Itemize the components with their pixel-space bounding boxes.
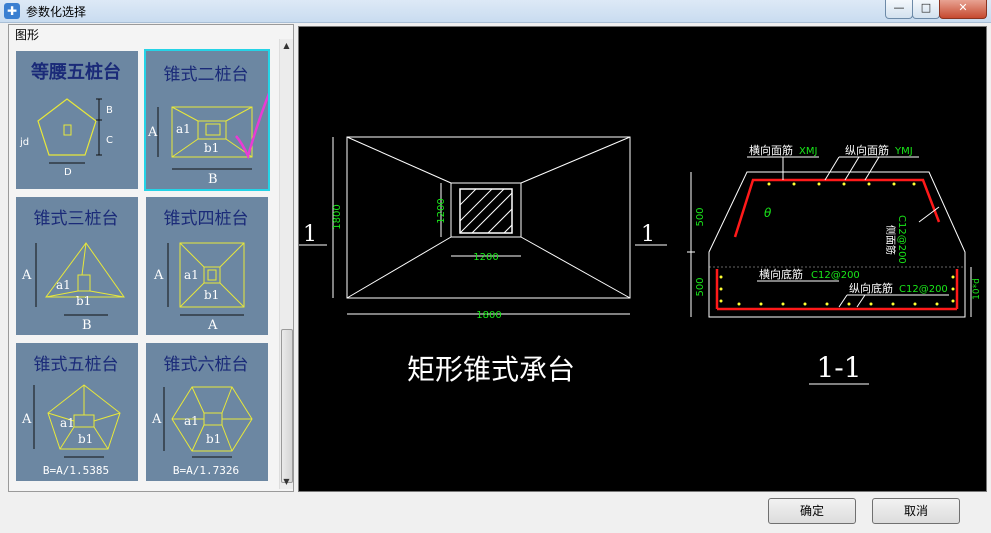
svg-text:B=A/1.7326: B=A/1.7326 bbox=[173, 464, 239, 477]
shape-title: 锥式四桩台 bbox=[164, 209, 249, 229]
svg-text:A: A bbox=[207, 318, 218, 333]
value-side-bar: C12@200 bbox=[896, 215, 907, 264]
svg-text:a1: a1 bbox=[60, 416, 75, 430]
app-icon: ✚ bbox=[4, 3, 20, 19]
scroll-down-arrow-icon[interactable]: ▼ bbox=[280, 475, 293, 489]
shape-item-isosceles-five-pile[interactable]: 等腰五桩台 B C jd D bbox=[14, 49, 140, 191]
scroll-thumb[interactable] bbox=[281, 329, 293, 483]
shape-preview-icon: 锥式二桩台 A a1 b1 B bbox=[147, 65, 268, 187]
shape-item-cone-three-pile[interactable]: 锥式三桩台 A a1 b1 B bbox=[14, 195, 140, 337]
section-view: 横向面筋 XMJ 纵向面筋 YMJ θ 侧面筋 C12@200 横向底筋 C12… bbox=[687, 143, 982, 385]
section-mark-left: 1 bbox=[303, 222, 317, 247]
svg-text:D: D bbox=[64, 167, 72, 178]
label-bottom-longitudinal: 纵向底筋 bbox=[849, 281, 893, 295]
svg-text:B=A/1.5385: B=A/1.5385 bbox=[43, 464, 109, 477]
ok-button[interactable]: 确定 bbox=[768, 498, 856, 524]
svg-text:jd: jd bbox=[19, 137, 29, 148]
svg-text:a1: a1 bbox=[184, 414, 199, 428]
shape-item-cone-six-pile[interactable]: 锥式六桩台 A a1 b1 B=A/1.7326 bbox=[144, 341, 270, 483]
svg-text:A: A bbox=[153, 268, 164, 283]
svg-text:b1: b1 bbox=[204, 288, 219, 302]
shape-title: 锥式二桩台 bbox=[164, 65, 249, 85]
value-bottom-longitudinal: C12@200 bbox=[899, 284, 948, 295]
svg-text:b1: b1 bbox=[206, 432, 221, 446]
svg-text:a1: a1 bbox=[176, 122, 191, 136]
svg-text:A: A bbox=[147, 125, 158, 140]
svg-text:C: C bbox=[106, 135, 113, 146]
svg-text:A: A bbox=[151, 412, 162, 427]
shape-list-panel: 图形 等腰五桩台 B C jd D 锥式二桩台 A a1 b1 B 锥式三桩台 … bbox=[8, 24, 294, 492]
shape-preview-icon: 锥式三桩台 A a1 b1 B bbox=[21, 209, 125, 333]
cancel-button[interactable]: 取消 bbox=[872, 498, 960, 524]
svg-text:B: B bbox=[106, 105, 113, 116]
dim-anchor: 10*d bbox=[972, 278, 982, 300]
svg-text:a1: a1 bbox=[184, 268, 199, 282]
section-mark-right: 1 bbox=[641, 222, 655, 247]
shape-preview-icon: 锥式六桩台 A a1 b1 B=A/1.7326 bbox=[151, 355, 253, 477]
svg-text:b1: b1 bbox=[204, 141, 219, 155]
dim-outer-width: 1800 bbox=[476, 310, 501, 321]
angle-label: θ bbox=[764, 206, 772, 220]
svg-text:b1: b1 bbox=[76, 294, 91, 308]
shape-item-cone-five-pile[interactable]: 锥式五桩台 A a1 b1 B=A/1.5385 bbox=[14, 341, 140, 483]
maximize-button[interactable]: □ bbox=[912, 0, 940, 19]
minimize-button[interactable]: — bbox=[885, 0, 913, 19]
svg-text:A: A bbox=[21, 268, 32, 283]
label-side-bar: 侧面筋 bbox=[884, 225, 897, 255]
shape-preview-icon: 锥式四桩台 A a1 b1 A bbox=[153, 209, 249, 333]
shape-title: 锥式六桩台 bbox=[164, 355, 249, 375]
plan-view: 1800 1200 1200 1800 1 1 矩形锥式承台 bbox=[299, 136, 667, 386]
value-top-longitudinal: YMJ bbox=[894, 146, 913, 157]
shape-title: 锥式三桩台 bbox=[34, 209, 119, 229]
cad-drawing: 1800 1200 1200 1800 1 1 矩形锥式承台 横向面筋 XMJ … bbox=[299, 136, 982, 386]
label-top-longitudinal: 纵向面筋 bbox=[845, 143, 889, 157]
value-top-transverse: XMJ bbox=[799, 146, 817, 157]
plan-title: 矩形锥式承台 bbox=[407, 353, 575, 386]
label-bottom-transverse: 横向底筋 bbox=[759, 267, 803, 281]
svg-text:a1: a1 bbox=[56, 278, 71, 292]
scroll-up-arrow-icon[interactable]: ▲ bbox=[280, 39, 293, 53]
svg-text:b1: b1 bbox=[78, 432, 93, 446]
vertical-scrollbar[interactable]: ▲ ▼ bbox=[279, 39, 293, 489]
shape-item-cone-four-pile[interactable]: 锥式四桩台 A a1 b1 A bbox=[144, 195, 270, 337]
dim-section-top: 500 bbox=[695, 207, 706, 226]
shape-title: 锥式五桩台 bbox=[34, 355, 119, 375]
dim-section-bottom: 500 bbox=[695, 277, 706, 296]
dim-outer-height: 1800 bbox=[332, 204, 343, 229]
shape-title: 等腰五桩台 bbox=[31, 61, 121, 83]
svg-text:A: A bbox=[21, 412, 32, 427]
title-bar: ✚ 参数化选择 — □ ✕ bbox=[0, 0, 991, 23]
close-button[interactable]: ✕ bbox=[939, 0, 987, 19]
window-title: 参数化选择 bbox=[26, 5, 87, 19]
svg-text:B: B bbox=[208, 172, 218, 187]
value-bottom-transverse: C12@200 bbox=[811, 270, 860, 281]
drawing-preview: 1800 1200 1200 1800 1 1 矩形锥式承台 横向面筋 XMJ … bbox=[298, 26, 987, 492]
shape-preview-icon: 等腰五桩台 B C jd D bbox=[19, 61, 121, 178]
dim-inner-height: 1200 bbox=[436, 198, 447, 223]
shape-item-cone-two-pile[interactable]: 锥式二桩台 A a1 b1 B bbox=[144, 49, 270, 191]
dim-inner-width: 1200 bbox=[473, 252, 498, 263]
shape-preview-icon: 锥式五桩台 A a1 b1 B=A/1.5385 bbox=[21, 355, 121, 477]
label-top-transverse: 横向面筋 bbox=[749, 143, 793, 157]
svg-text:B: B bbox=[82, 318, 92, 333]
section-title: 1-1 bbox=[816, 351, 861, 384]
group-label: 图形 bbox=[15, 28, 40, 42]
